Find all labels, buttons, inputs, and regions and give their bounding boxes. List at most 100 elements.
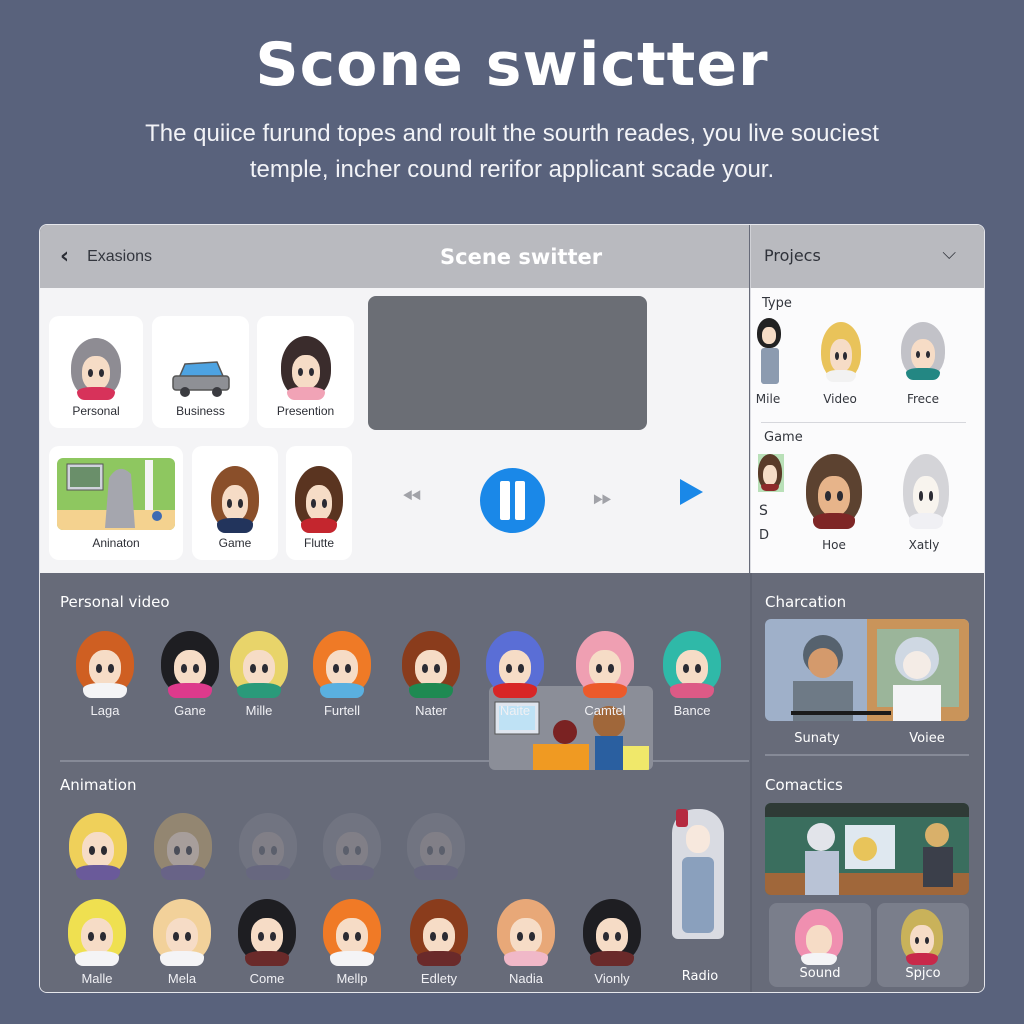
character-name: Naite [499,703,531,718]
character-name: Laga [90,703,120,718]
template-tile-animation[interactable]: Aninaton [49,446,183,560]
scene-preview[interactable] [368,296,647,430]
character-card[interactable]: Nadia [488,899,564,986]
avatar-boy-icon [211,466,259,533]
project-item-video-thumb[interactable] [821,322,861,383]
character-avatar-icon [239,813,297,880]
back-button[interactable]: ‹ Exasions [60,244,152,269]
projects-panel: Type Mile Video Frece Game S D Hoe Xatly [750,288,984,573]
rewind-icon[interactable]: ⏪︎ [402,483,421,511]
character-card[interactable]: Come [229,899,305,986]
fast-forward-icon[interactable]: ⏩︎ [593,483,612,511]
character-avatar-icon [410,899,468,966]
avatar-icon [901,322,945,381]
character-card[interactable]: Naite [477,631,553,718]
character-name: Furtell [323,703,361,718]
character-card[interactable] [398,813,474,880]
game-thumb-small[interactable] [758,454,784,492]
character-card[interactable]: Mille [221,631,297,718]
character-card[interactable]: Edlety [401,899,477,986]
comactics-card-spjco[interactable]: Spjco [877,903,969,987]
play-icon[interactable] [680,479,703,505]
character-avatar-icon [76,631,134,698]
character-card[interactable]: Mellp [314,899,390,986]
template-tile-game[interactable]: Game [192,446,278,560]
template-label: Presention [276,404,335,418]
avatar-icon [901,909,943,966]
character-name: Malle [81,971,113,986]
template-tile-business[interactable]: Business [152,316,249,428]
project-item-mile-thumb[interactable] [757,318,783,384]
projects-dropdown-label: Projecs [764,246,821,265]
character-card[interactable]: Camtel [567,631,643,718]
charcation-title: Charcation [765,593,847,611]
divider [765,754,969,756]
game-item-label: Hoe [822,538,846,552]
pause-button[interactable] [480,468,545,533]
avatar-icon [903,454,949,529]
project-item-frece-thumb[interactable] [901,322,945,381]
character-card[interactable]: Laga [67,631,143,718]
avatar-icon [758,454,782,492]
game-item-hoe-thumb[interactable] [806,454,862,529]
character-name: Mellp [336,971,368,986]
comactics-card-sound[interactable]: Sound [769,903,871,987]
character-name: Vionly [594,971,630,986]
game-item-xatly-thumb[interactable] [903,454,949,529]
scene-switcher-window: ‹ Exasions Scene switter Projecs ⌵ Perso… [39,224,985,993]
avatar-icon [821,322,861,383]
hero-subtitle: The quiice furund topes and roult the so… [90,116,934,188]
charcation-label: Sunaty [794,731,840,746]
avatar-girl-icon [71,338,121,401]
character-avatar-icon [69,813,127,880]
character-name: Camtel [584,703,626,718]
character-name: Gane [174,703,206,718]
template-tile-flutte[interactable]: Flutte [286,446,352,560]
character-card[interactable] [145,813,221,880]
car-icon [171,361,230,397]
character-name: Nadia [509,971,543,986]
personal-video-title: Personal video [60,593,170,611]
animation-title: Animation [60,776,137,794]
character-card[interactable]: Bance [654,631,730,718]
avatar-boy-icon [295,466,343,533]
character-avatar-icon [576,631,634,698]
character-name: Mela [167,971,197,986]
charcation-scene-thumbnail[interactable] [765,619,969,721]
character-avatar-icon [323,813,381,880]
character-card[interactable]: Malle [59,899,135,986]
chevron-down-icon: ⌵ [942,243,956,264]
chevron-left-icon: ‹ [60,244,70,269]
template-tile-personal[interactable]: Personal [49,316,143,428]
avatar-icon [795,909,843,966]
project-item-label: Mile [755,392,781,406]
character-card[interactable]: Gane [152,631,228,718]
hero-subtitle-line-2: temple, incher cound rerifor applicant s… [249,156,775,183]
template-label: Flutte [303,536,334,550]
character-radio-figure[interactable] [670,809,730,959]
character-name: Edlety [420,971,458,986]
character-card[interactable]: Nater [393,631,469,718]
character-card[interactable]: Furtell [304,631,380,718]
character-name: Radio [681,969,719,984]
type-section-title: Type [762,296,792,311]
template-label: Personal [72,404,120,418]
avatar-girl-icon [280,336,331,401]
character-card[interactable]: Vionly [574,899,650,986]
side-letter: D [759,528,770,543]
character-library: Personal video Animation Laga Gane Mille Fu… [40,573,749,992]
character-avatar-icon [154,813,212,880]
character-avatar-icon [153,899,211,966]
character-avatar-icon [497,899,555,966]
character-card[interactable] [230,813,306,880]
comactics-scene-thumbnail[interactable] [765,803,969,895]
projects-dropdown[interactable]: Projecs ⌵ [750,225,984,288]
character-avatar-icon [313,631,371,698]
character-avatar-icon [663,631,721,698]
character-card[interactable]: Mela [144,899,220,986]
character-avatar-icon [161,631,219,698]
avatar-icon [757,318,781,348]
character-card[interactable] [60,813,136,880]
character-card[interactable] [314,813,390,880]
template-tile-presentation[interactable]: Presention [257,316,354,428]
